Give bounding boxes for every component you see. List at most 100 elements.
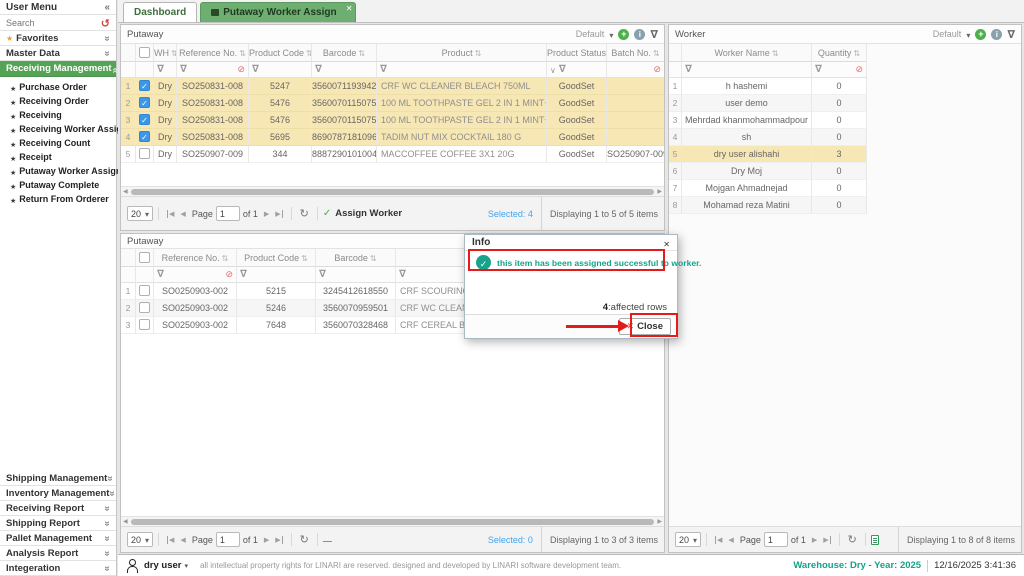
sidebar-item-inventory-management[interactable]: Inventory Management [0,486,116,501]
row-checkbox[interactable] [139,131,150,142]
worker-row[interactable]: 7Mojgan Ahmadnejad0 [669,180,867,197]
sidebar-item-pallet-management[interactable]: Pallet Management [0,531,116,546]
next-page-button[interactable] [812,536,817,544]
search-input[interactable] [6,18,92,28]
table-row[interactable]: 4 Dry SO250831-008 5695 8690787181096 TA… [121,129,664,146]
worker-row[interactable]: 4sh0 [669,129,867,146]
filter-funnel-icon[interactable] [240,269,247,280]
filter-icon[interactable] [650,25,658,43]
sidebar-item-receiving-management[interactable]: Receiving Management [0,61,116,77]
worker-row-selected[interactable]: 5dry user alishahi3 [669,146,867,163]
page-number-input[interactable] [216,206,240,221]
next-page-button[interactable] [264,536,269,544]
view-selector[interactable]: Default [933,29,962,39]
filter-funnel-icon[interactable] [319,269,326,280]
clear-filter-icon[interactable] [225,269,233,280]
header-select-all[interactable] [136,44,154,62]
add-icon[interactable] [975,29,986,40]
header-worker-name[interactable]: Worker Name [682,44,812,62]
row-checkbox[interactable] [139,97,150,108]
filter-funnel-icon[interactable] [180,64,187,75]
prev-page-button[interactable] [180,210,185,218]
table-row[interactable]: 3 Dry SO250831-008 5476 3560070115075 10… [121,112,664,129]
table-row[interactable]: 2 Dry SO250831-008 5476 3560070115075 10… [121,95,664,112]
scrollbar-thumb[interactable] [131,519,654,525]
select-all-checkbox[interactable] [139,252,150,263]
header-reference-no[interactable]: Reference No. [177,44,249,62]
clear-search-icon[interactable] [101,14,110,32]
collapse-sidebar-icon[interactable] [104,2,110,13]
tab-putaway-worker-assign[interactable]: Putaway Worker Assign [200,2,355,22]
scroll-left-icon[interactable] [123,188,128,195]
filter-funnel-icon[interactable] [685,64,692,75]
page-size-select[interactable]: 20 [127,532,153,547]
scroll-right-icon[interactable] [657,518,662,525]
scroll-left-icon[interactable] [123,518,128,525]
row-checkbox[interactable] [139,80,150,91]
header-product-code[interactable]: Product Code [249,44,312,62]
filter-funnel-icon[interactable] [399,269,406,280]
filter-funnel-icon[interactable] [252,64,259,75]
next-page-button[interactable] [264,210,269,218]
clear-filter-icon[interactable] [855,64,863,75]
prev-page-button[interactable] [180,536,185,544]
page-size-select[interactable]: 20 [675,532,701,547]
first-page-button[interactable] [715,536,722,544]
filter-funnel-icon[interactable] [380,64,387,75]
row-checkbox[interactable] [139,302,150,313]
view-selector[interactable]: Default [576,29,605,39]
sidebar-item-favorites[interactable]: Favorites [0,31,116,46]
worker-row[interactable]: 8Mohamad reza Matini0 [669,197,867,214]
chevron-down-icon[interactable] [609,25,613,43]
refresh-icon[interactable] [300,533,309,546]
chevron-down-icon[interactable] [966,25,970,43]
header-batch-no[interactable]: Batch No. [607,44,664,62]
row-checkbox[interactable] [139,285,150,296]
filter-dropdown-caret[interactable] [550,65,559,75]
first-page-button[interactable] [167,210,174,218]
filter-funnel-icon[interactable] [815,64,822,75]
filter-icon[interactable] [1007,25,1015,43]
worker-row[interactable]: 2user demo0 [669,95,867,112]
refresh-icon[interactable] [300,207,309,220]
sidebar-item-master-data[interactable]: Master Data [0,46,116,61]
scroll-right-icon[interactable] [657,188,662,195]
header-select-all[interactable] [136,249,154,267]
row-checkbox[interactable] [139,148,150,159]
horizontal-scrollbar[interactable] [121,186,664,196]
refresh-icon[interactable] [848,533,857,546]
close-tab-icon[interactable] [346,3,353,14]
header-quantity[interactable]: Quantity [812,44,867,62]
header-product-code[interactable]: Product Code [237,249,316,267]
user-menu-dropdown[interactable]: dry user [144,560,188,571]
close-button[interactable]: Close [619,318,671,335]
header-product[interactable]: Product [377,44,547,62]
info-icon[interactable] [634,29,645,40]
header-wh[interactable]: WH [154,44,177,62]
row-checkbox[interactable] [139,319,150,330]
table-row[interactable]: 1 Dry SO250831-008 5247 3560071193942 CR… [121,78,664,95]
modal-close-icon[interactable] [663,234,670,252]
page-number-input[interactable] [216,532,240,547]
clear-filter-icon[interactable] [653,64,661,75]
header-reference-no[interactable]: Reference No. [154,249,237,267]
filter-funnel-icon[interactable] [315,64,322,75]
table-row[interactable]: 5 Dry SO250907-009 344 8887290101004 MAC… [121,146,664,163]
sidebar-item-analysis-report[interactable]: Analysis Report [0,546,116,561]
page-number-input[interactable] [764,532,788,547]
horizontal-scrollbar[interactable] [121,516,664,526]
first-page-button[interactable] [167,536,174,544]
add-icon[interactable] [618,29,629,40]
sidebar-item-shipping-report[interactable]: Shipping Report [0,516,116,531]
select-all-checkbox[interactable] [139,47,150,58]
clear-filter-icon[interactable] [237,64,245,75]
last-page-button[interactable] [275,210,282,218]
assign-worker-button[interactable]: Assign Worker [323,208,402,219]
last-page-button[interactable] [823,536,830,544]
filter-funnel-icon[interactable] [157,269,164,280]
filter-funnel-icon[interactable] [157,64,164,75]
page-size-select[interactable]: 20 [127,206,153,221]
tab-dashboard[interactable]: Dashboard [123,2,197,22]
sidebar-item-return-from-orderer[interactable]: Return From Orderer [0,192,116,206]
prev-page-button[interactable] [728,536,733,544]
